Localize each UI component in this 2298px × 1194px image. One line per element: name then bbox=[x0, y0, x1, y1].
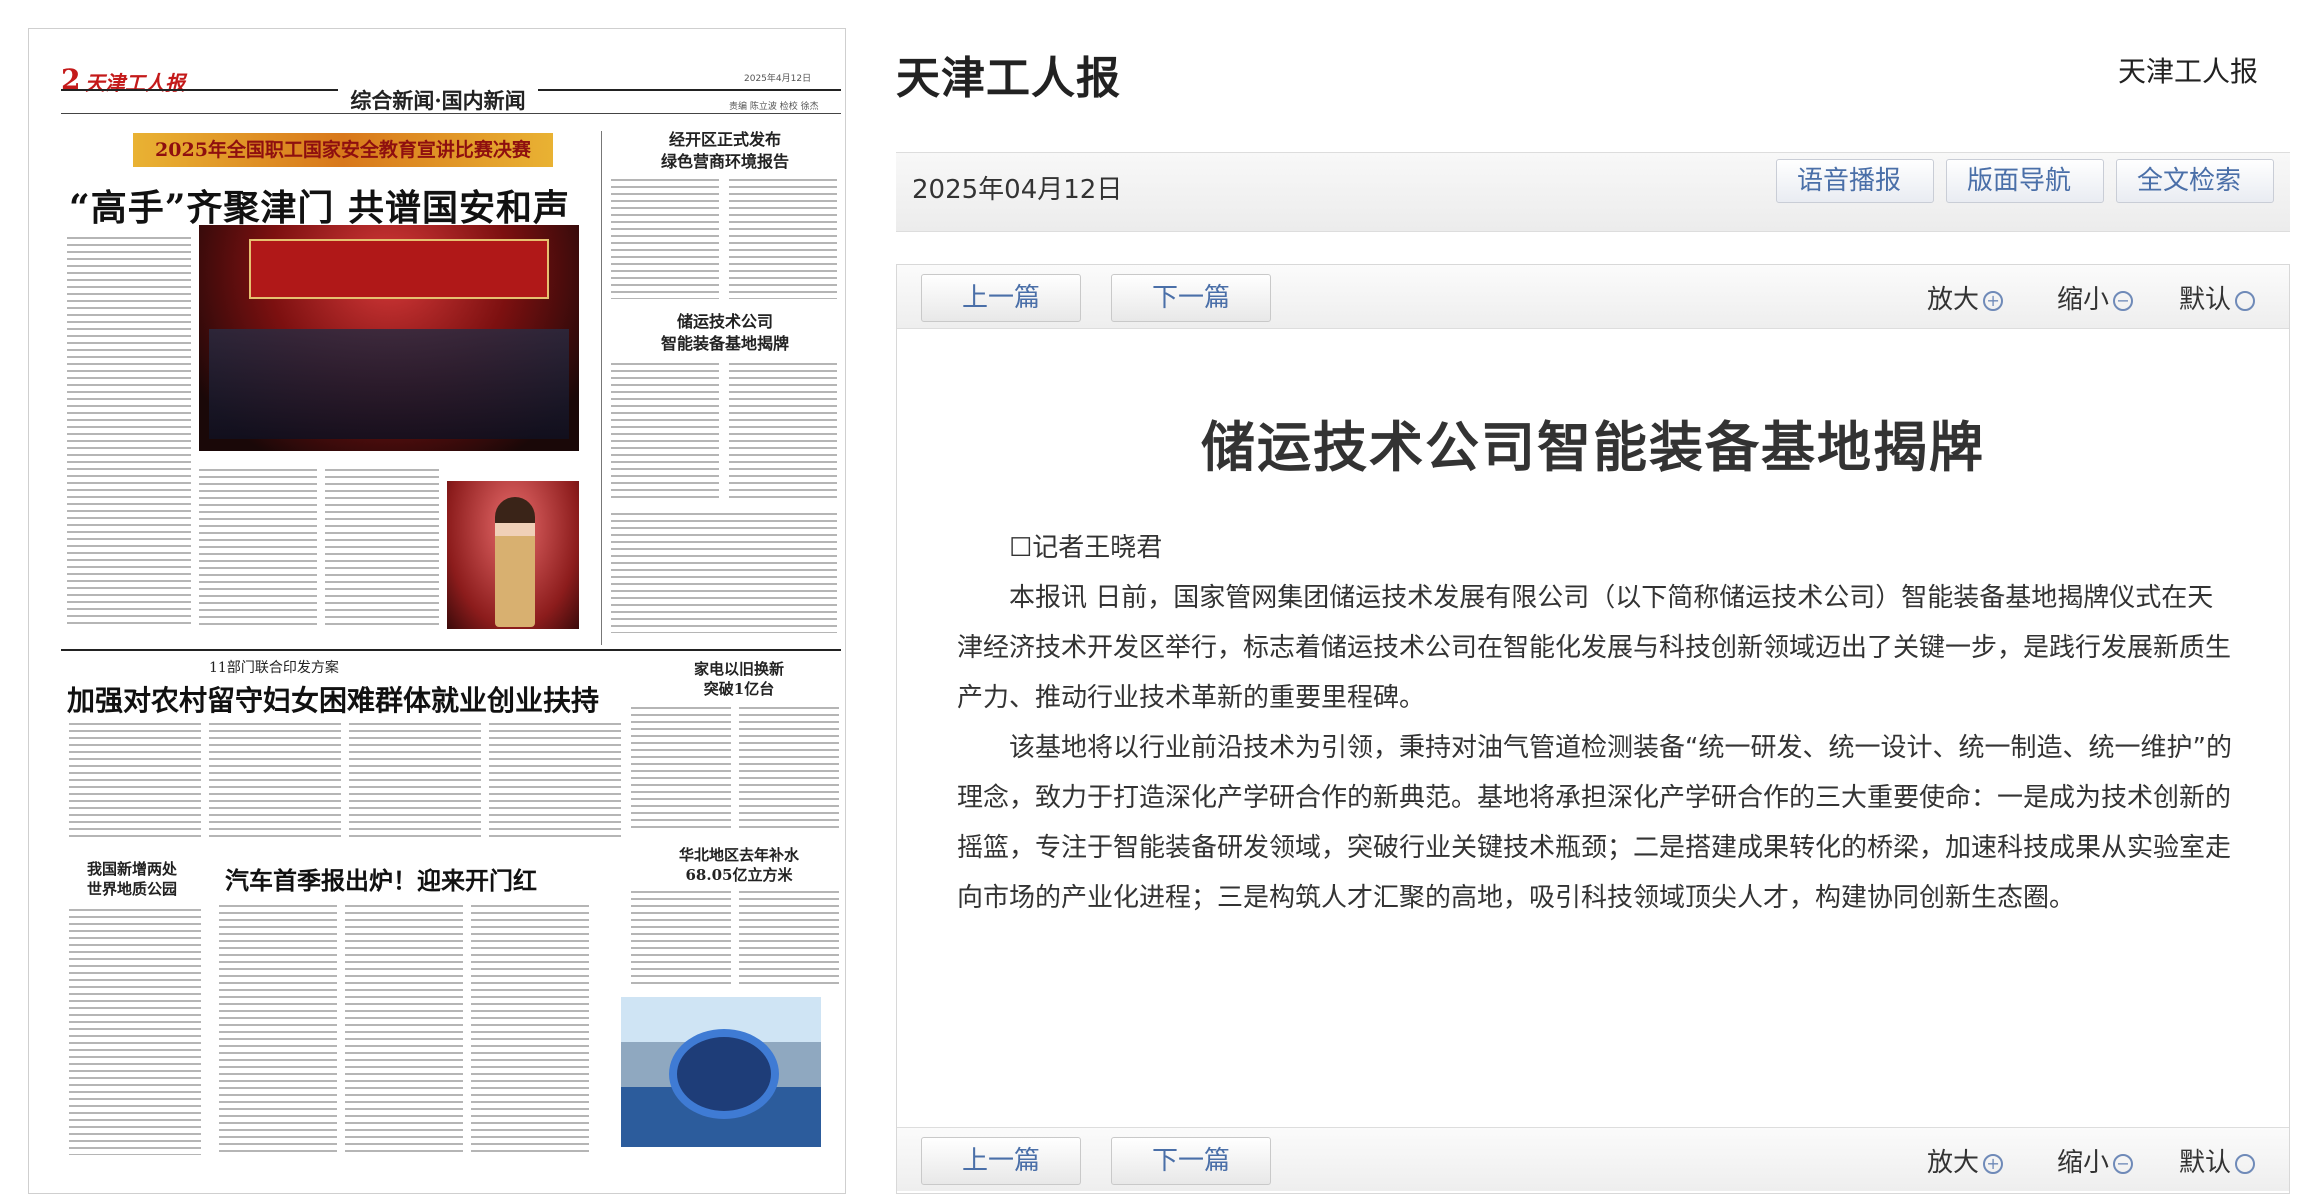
page-navigation-button[interactable]: 版面导航 bbox=[1946, 159, 2104, 203]
column-rule bbox=[601, 131, 602, 645]
article-reader: 天津工人报 天津工人报 2025年04月12日 语音播报 版面导航 全文检索 上… bbox=[892, 0, 2298, 1194]
lead-text-col-1[interactable] bbox=[67, 237, 191, 627]
lead-text-col-3[interactable] bbox=[325, 469, 439, 629]
zoom-default-label: 默认 bbox=[2179, 285, 2232, 315]
article-panel: 上一篇 下一篇 放大 + 缩小 − 默认 储运技术公司智能装备基地揭牌 ☐记者王晓君… bbox=[896, 264, 2290, 1194]
side-story-1-headline[interactable]: 经开区正式发布 绿色营商环境报告 bbox=[609, 129, 841, 173]
next-article-button[interactable]: 下一篇 bbox=[1111, 274, 1271, 322]
circle-icon bbox=[2235, 290, 2256, 311]
lower-left-text[interactable] bbox=[69, 909, 201, 1155]
lower-middle-headline[interactable]: 汽车首季报出炉！迎来开门红 bbox=[225, 861, 537, 896]
lead-photo-audience bbox=[209, 329, 569, 439]
audio-broadcast-button[interactable]: 语音播报 bbox=[1776, 159, 1934, 203]
side-story-2-text-a[interactable] bbox=[611, 363, 719, 503]
article-body: ☐记者王晓君 本报讯 日前，国家管网集团储运技术发展有限公司（以下简称储运技术公… bbox=[957, 523, 2237, 923]
newspaper-page-image[interactable]: 2 天津工人报 2025年4月12日 综合新闻·国内新闻 责编 陈立波 检校 徐… bbox=[28, 28, 846, 1194]
side-story-2-text-c[interactable] bbox=[611, 513, 837, 633]
minus-circle-icon: − bbox=[2113, 1153, 2134, 1174]
middle-text-col-2[interactable] bbox=[209, 723, 341, 841]
middle-text-col-1[interactable] bbox=[69, 723, 201, 841]
site-brand-right[interactable]: 天津工人报 bbox=[2118, 50, 2258, 90]
article-nav-top: 上一篇 下一篇 放大 + 缩小 − 默认 bbox=[897, 265, 2289, 329]
circle-icon bbox=[2235, 1153, 2256, 1174]
minus-circle-icon: − bbox=[2113, 290, 2134, 311]
zoom-default-button[interactable]: 默认 bbox=[2179, 279, 2256, 316]
zoom-out-label: 缩小 bbox=[2057, 285, 2110, 315]
water-photo-sculpture bbox=[669, 1029, 779, 1119]
section-title: 综合新闻·国内新闻 bbox=[29, 85, 845, 115]
zoom-out-button-bottom[interactable]: 缩小 − bbox=[2057, 1142, 2134, 1179]
article-reporter: ☐记者王晓君 bbox=[1009, 533, 1163, 563]
lead-banner[interactable]: 2025年全国职工国家安全教育宣讲比赛决赛 bbox=[133, 133, 553, 167]
zoom-in-button[interactable]: 放大 + bbox=[1927, 279, 2004, 316]
middle-rule bbox=[61, 649, 841, 651]
article-paragraph: 该基地将以行业前沿技术为引领，秉持对油气管道检测装备“统一研发、统一设计、统一制… bbox=[957, 733, 2232, 913]
section-title-text: 综合新闻·国内新闻 bbox=[338, 88, 538, 113]
article-nav-bottom: 上一篇 下一篇 放大 + 缩小 − 默认 bbox=[897, 1127, 2289, 1191]
lead-text-col-2[interactable] bbox=[199, 469, 317, 629]
side-story-3-text-a[interactable] bbox=[631, 707, 731, 831]
middle-text-col-4[interactable] bbox=[489, 723, 621, 841]
side-story-4-text-b[interactable] bbox=[739, 891, 839, 987]
reader-toolbar: 2025年04月12日 语音播报 版面导航 全文检索 bbox=[896, 152, 2290, 232]
issue-date: 2025年04月12日 bbox=[912, 175, 1123, 205]
article-title: 储运技术公司智能装备基地揭牌 bbox=[1201, 416, 1985, 479]
side-story-4-text-a[interactable] bbox=[631, 891, 731, 987]
side-story-2-text-b[interactable] bbox=[729, 363, 837, 503]
middle-text-col-3[interactable] bbox=[349, 723, 481, 841]
plus-circle-icon: + bbox=[1983, 290, 2004, 311]
side-story-3-headline[interactable]: 家电以旧换新 突破1亿台 bbox=[649, 659, 829, 699]
side-story-1-text-b[interactable] bbox=[729, 179, 837, 299]
side-story-1-text-a[interactable] bbox=[611, 179, 719, 299]
lead-photo-stage-banner bbox=[249, 239, 549, 299]
middle-subheadline[interactable]: 11部门联合印发方案 bbox=[209, 657, 339, 677]
zoom-out-label: 缩小 bbox=[2057, 1148, 2110, 1178]
speaker-figure bbox=[495, 497, 535, 627]
prev-article-button[interactable]: 上一篇 bbox=[921, 274, 1081, 322]
prev-article-button-bottom[interactable]: 上一篇 bbox=[921, 1137, 1081, 1185]
middle-headline[interactable]: 加强对农村留守妇女困难群体就业创业扶持 bbox=[67, 679, 627, 719]
next-article-button-bottom[interactable]: 下一篇 bbox=[1111, 1137, 1271, 1185]
zoom-in-label: 放大 bbox=[1927, 1148, 1980, 1178]
lower-middle-text-col-2[interactable] bbox=[345, 905, 463, 1155]
lead-headline[interactable]: “高手”齐聚津门 共谱国安和声 bbox=[69, 179, 629, 231]
lower-middle-text-col-1[interactable] bbox=[219, 905, 337, 1155]
lower-middle-text-col-3[interactable] bbox=[471, 905, 589, 1155]
editors-line: 责编 陈立波 检校 徐杰 bbox=[729, 102, 819, 112]
article-paragraph: 本报讯 日前，国家管网集团储运技术发展有限公司（以下简称储运技术公司）智能装备基… bbox=[957, 583, 2232, 713]
zoom-in-button-bottom[interactable]: 放大 + bbox=[1927, 1142, 2004, 1179]
side-story-4-headline[interactable]: 华北地区去年补水 68.05亿立方米 bbox=[649, 845, 829, 885]
side-story-3-text-b[interactable] bbox=[739, 707, 839, 831]
newspaper-date: 2025年4月12日 bbox=[744, 74, 812, 84]
zoom-default-label: 默认 bbox=[2179, 1148, 2232, 1178]
lower-left-headline[interactable]: 我国新增两处 世界地质公园 bbox=[77, 859, 187, 899]
site-brand[interactable]: 天津工人报 bbox=[896, 42, 1121, 106]
masthead-rule-2 bbox=[61, 113, 841, 114]
zoom-default-button-bottom[interactable]: 默认 bbox=[2179, 1142, 2256, 1179]
plus-circle-icon: + bbox=[1983, 1153, 2004, 1174]
zoom-out-button[interactable]: 缩小 − bbox=[2057, 279, 2134, 316]
side-story-2-headline[interactable]: 储运技术公司 智能装备基地揭牌 bbox=[609, 311, 841, 355]
zoom-in-label: 放大 bbox=[1927, 285, 1980, 315]
full-text-search-button[interactable]: 全文检索 bbox=[2116, 159, 2274, 203]
